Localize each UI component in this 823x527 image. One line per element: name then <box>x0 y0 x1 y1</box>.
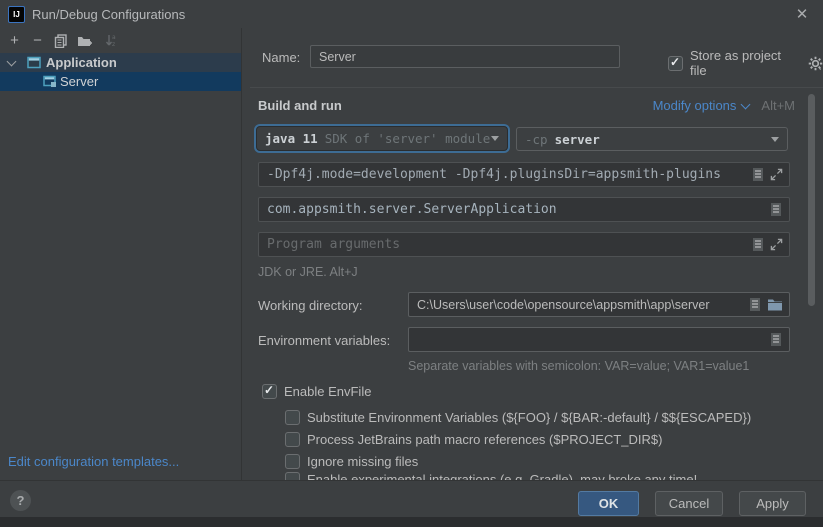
tree-group-application[interactable]: Application <box>0 53 241 72</box>
expand-field-icon[interactable] <box>770 168 783 181</box>
copy-configuration-icon[interactable] <box>52 32 69 49</box>
enable-envfile-row: ✓ Enable EnvFile <box>262 384 371 399</box>
tree-item-label: Server <box>60 74 98 89</box>
modify-options-shortcut: Alt+M <box>761 98 795 113</box>
macros-list-icon[interactable] <box>751 167 765 182</box>
substitute-env-vars-checkbox[interactable] <box>285 410 300 425</box>
jdk-combo[interactable]: java 11 SDK of 'server' module <box>256 126 508 151</box>
sort-configurations-icon[interactable]: az <box>102 32 119 49</box>
vm-options-input[interactable] <box>267 167 746 182</box>
add-configuration-button[interactable]: + <box>6 32 23 49</box>
envfile-option-row: Substitute Environment Variables (${FOO}… <box>285 410 751 425</box>
store-settings-gear-icon[interactable] <box>808 56 823 71</box>
configurations-sidebar: + − az Application Server Edit configura… <box>0 28 242 480</box>
checkmark-icon: ✓ <box>670 55 680 69</box>
ok-button[interactable]: OK <box>578 491 639 516</box>
environment-variables-label: Environment variables: <box>258 333 390 348</box>
working-directory-input[interactable] <box>417 298 743 312</box>
apply-button[interactable]: Apply <box>739 491 806 516</box>
name-input[interactable] <box>319 50 613 64</box>
envfile-option-row: Enable experimental integrations (e.g. G… <box>285 472 697 480</box>
intellij-logo-icon: IJ <box>8 6 25 23</box>
environment-variables-hint: Separate variables with semicolon: VAR=v… <box>408 359 749 373</box>
jdk-combo-hint: SDK of 'server' module <box>325 131 491 146</box>
svg-text:z: z <box>112 41 115 48</box>
ignore-missing-files-checkbox[interactable] <box>285 454 300 469</box>
browse-class-icon[interactable] <box>769 202 783 217</box>
envfile-option-row: Ignore missing files <box>285 454 418 469</box>
modify-options-chevron-icon[interactable] <box>741 99 751 109</box>
expand-field-icon[interactable] <box>770 238 783 251</box>
dialog-title: Run/Debug Configurations <box>32 7 185 22</box>
run-debug-configurations-dialog: IJ Run/Debug Configurations ✕ + − az App… <box>0 0 823 527</box>
help-button[interactable]: ? <box>10 490 31 511</box>
jdk-combo-value: java 11 <box>265 131 318 146</box>
experimental-integrations-checkbox[interactable] <box>285 472 300 480</box>
svg-text:a: a <box>112 34 116 41</box>
store-as-project-file-label: Store as project file <box>690 48 801 78</box>
process-path-macros-checkbox[interactable] <box>285 432 300 447</box>
classpath-prefix: -cp <box>525 132 548 147</box>
main-class-input[interactable] <box>267 202 764 217</box>
envfile-option-label: Substitute Environment Variables (${FOO}… <box>307 410 751 425</box>
store-as-project-file-row: ✓ Store as project file <box>668 48 823 78</box>
background-window-edge <box>0 517 823 527</box>
enable-envfile-checkbox[interactable]: ✓ <box>262 384 277 399</box>
section-separator <box>250 87 823 88</box>
close-icon[interactable]: ✕ <box>792 4 812 24</box>
jdk-hint: JDK or JRE. Alt+J <box>258 265 358 279</box>
modify-options-row: Modify options Alt+M <box>653 98 795 113</box>
browse-folder-icon[interactable] <box>767 298 783 311</box>
program-arguments-input[interactable] <box>267 237 746 252</box>
enable-envfile-label: Enable EnvFile <box>284 384 371 399</box>
modify-options-link[interactable]: Modify options <box>653 98 737 113</box>
chevron-down-icon[interactable] <box>7 56 17 66</box>
store-as-project-file-checkbox[interactable]: ✓ <box>668 56 683 71</box>
envfile-option-label: Ignore missing files <box>307 454 418 469</box>
application-type-icon <box>27 56 41 69</box>
environment-variables-input[interactable] <box>417 333 764 347</box>
build-and-run-heading: Build and run <box>258 98 342 113</box>
envfile-option-row: Process JetBrains path macro references … <box>285 432 662 447</box>
cancel-button[interactable]: Cancel <box>655 491 723 516</box>
configuration-form: Name: ✓ Store as project file Build and … <box>242 28 823 480</box>
new-folder-icon[interactable] <box>76 32 93 49</box>
name-label: Name: <box>262 50 300 65</box>
envfile-option-label: Process JetBrains path macro references … <box>307 432 662 447</box>
application-config-icon <box>43 75 57 88</box>
dialog-footer: ? OK Cancel Apply <box>0 480 823 518</box>
macros-list-icon[interactable] <box>748 297 762 312</box>
tree-group-label: Application <box>46 55 117 70</box>
title-bar: IJ Run/Debug Configurations ✕ <box>0 0 823 28</box>
browse-variables-icon[interactable] <box>769 332 783 347</box>
dropdown-arrow-icon[interactable] <box>771 137 779 142</box>
checkmark-icon: ✓ <box>264 383 274 397</box>
macros-list-icon[interactable] <box>751 237 765 252</box>
envfile-option-label: Enable experimental integrations (e.g. G… <box>307 472 697 480</box>
dropdown-arrow-icon[interactable] <box>491 136 499 141</box>
remove-configuration-button[interactable]: − <box>29 32 46 49</box>
classpath-value: server <box>555 132 600 147</box>
classpath-combo[interactable]: -cp server <box>516 127 788 151</box>
tree-item-server[interactable]: Server <box>0 72 241 91</box>
vertical-scrollbar-thumb[interactable] <box>808 94 815 306</box>
edit-configuration-templates-link[interactable]: Edit configuration templates... <box>8 454 179 469</box>
working-directory-label: Working directory: <box>258 298 363 313</box>
